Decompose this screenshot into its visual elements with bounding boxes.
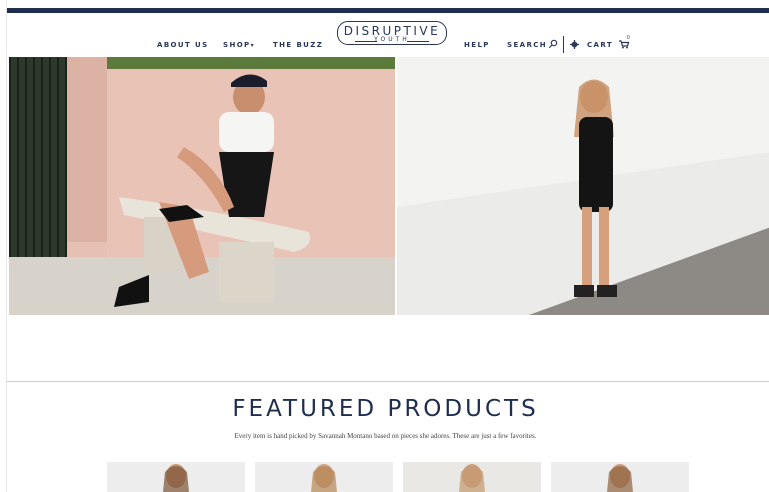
nav-shop-label: SHOP — [223, 41, 251, 49]
product-card[interactable] — [551, 462, 689, 492]
nav-help[interactable]: HELP — [464, 41, 490, 49]
product-card[interactable] — [403, 462, 541, 492]
product-image — [551, 462, 689, 492]
hero-photos — [9, 57, 769, 315]
product-image — [403, 462, 541, 492]
gear-icon[interactable] — [570, 40, 579, 49]
product-image — [255, 462, 393, 492]
nav-about-us[interactable]: ABOUT US — [157, 41, 209, 49]
nav-shop[interactable]: SHOP▾ — [223, 41, 255, 49]
search-icon[interactable] — [548, 39, 558, 49]
page-frame: ABOUT US SHOP▾ THE BUZZ DISRUPTIVE YOUTH… — [6, 0, 769, 492]
hero-banner — [9, 57, 769, 315]
hero-image-right[interactable] — [397, 57, 769, 315]
cart-count-badge: 0 — [627, 35, 630, 41]
section-divider — [7, 381, 769, 382]
hero-image-left[interactable] — [9, 57, 395, 315]
nav-cart[interactable]: CART — [587, 41, 613, 49]
chevron-down-icon: ▾ — [250, 42, 256, 49]
product-image — [107, 462, 245, 492]
nav-divider — [563, 36, 564, 53]
product-card[interactable] — [255, 462, 393, 492]
nav-the-buzz[interactable]: THE BUZZ — [273, 41, 323, 49]
product-grid — [107, 462, 692, 492]
product-card[interactable] — [107, 462, 245, 492]
featured-products-subtitle: Every item is hand picked by Savannah Mo… — [234, 432, 537, 440]
main-navigation: ABOUT US SHOP▾ THE BUZZ DISRUPTIVE YOUTH… — [7, 13, 769, 57]
spacer-band — [7, 315, 769, 382]
nav-search[interactable]: SEARCH — [507, 41, 547, 49]
brand-logo[interactable]: DISRUPTIVE YOUTH — [337, 21, 447, 47]
logo-rule-right — [407, 41, 429, 42]
featured-products-title: FEATURED PRODUCTS — [232, 396, 539, 422]
logo-subwordmark: YOUTH — [374, 36, 410, 43]
